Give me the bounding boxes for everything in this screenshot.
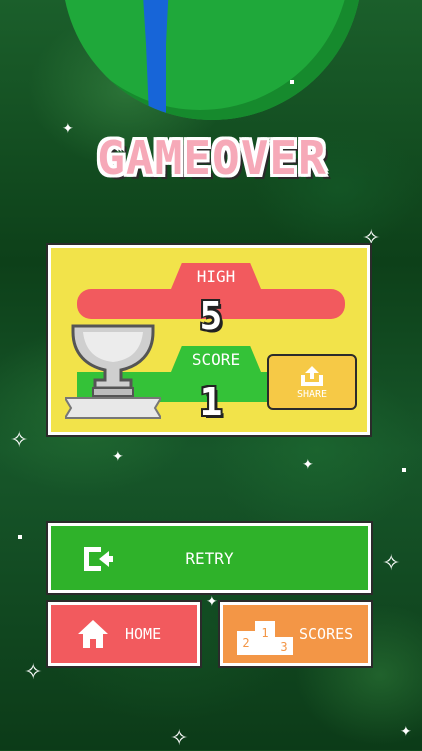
star-icon: ✦ [400, 724, 412, 740]
podium-icon: 1 2 3 [237, 621, 293, 655]
score-label: SCORE [171, 346, 261, 372]
game-over-title: GAMEOVER [97, 131, 327, 185]
svg-text:3: 3 [280, 640, 287, 654]
home-label: HOME [125, 625, 162, 643]
svg-text:2: 2 [242, 636, 249, 650]
high-score-value: 5 [199, 294, 223, 338]
scores-button[interactable]: 1 2 3 SCORES [218, 600, 373, 668]
score-value: 1 [199, 380, 223, 424]
svg-text:1: 1 [261, 626, 268, 640]
share-icon [301, 365, 323, 386]
star-icon: ✦ [206, 594, 218, 610]
star-icon [18, 535, 22, 539]
share-label: SHARE [296, 388, 328, 400]
share-button[interactable]: SHARE [267, 354, 357, 410]
star-icon [402, 468, 406, 472]
retry-label: RETRY [185, 548, 234, 568]
star-icon: ✦ [302, 457, 314, 473]
results-panel: HIGH 5 SCORE 1 SHARE [46, 243, 372, 437]
trophy-icon [65, 324, 161, 419]
high-score-label: HIGH [171, 263, 261, 289]
star-icon: ✧ [24, 660, 43, 685]
star-icon: ✧ [170, 726, 189, 751]
star-icon: ✧ [10, 428, 29, 453]
home-button[interactable]: HOME [46, 600, 202, 668]
star-icon [290, 80, 294, 84]
scores-label: SCORES [299, 625, 354, 643]
star-icon: ✦ [112, 449, 124, 465]
star-icon: ✧ [382, 551, 401, 576]
retry-button[interactable]: RETRY [46, 521, 373, 595]
home-icon [78, 620, 108, 648]
